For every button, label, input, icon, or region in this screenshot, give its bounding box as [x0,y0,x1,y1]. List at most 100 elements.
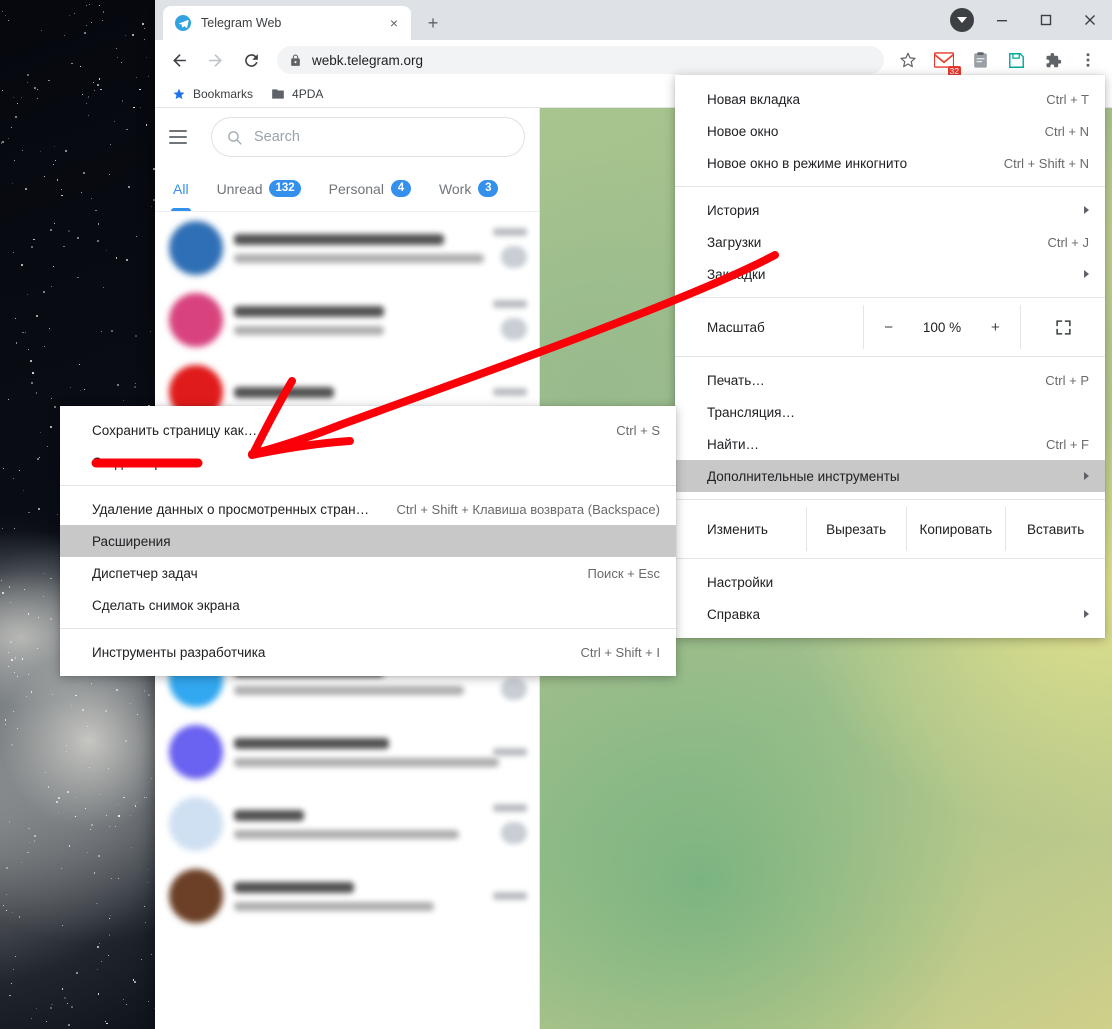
chrome-menu-item-13[interactable]: Дополнительные инструменты [675,460,1105,492]
search-icon [226,129,243,146]
chrome-main-menu[interactable]: Новая вкладка Ctrl + T Новое окно Ctrl +… [675,75,1105,638]
close-icon[interactable]: × [385,14,403,32]
star-icon[interactable] [893,45,923,75]
zoom-in-button[interactable]: + [980,319,1010,336]
tab-personal[interactable]: Personal 4 [315,166,425,211]
chat-title-redacted [234,737,389,749]
unread-badge-redacted [501,678,527,700]
avatar [169,869,223,923]
menu-item-label: Создать ярлык… [92,454,199,470]
fullscreen-icon[interactable] [1021,305,1105,349]
chrome-menu-item-18[interactable]: Справка [675,598,1105,630]
chevron-right-icon [1084,270,1089,278]
more-tools-submenu[interactable]: Сохранить страницу как… Ctrl + S Создать… [60,406,676,676]
star-icon [172,87,186,101]
gmail-extension-icon[interactable]: 32 [929,45,961,76]
save-floppy-extension-icon[interactable] [1001,45,1031,75]
profile-avatar-icon[interactable] [950,8,974,32]
menu-item-label: История [707,202,760,218]
unread-count-badge: 132 [269,180,301,197]
menu-item-shortcut: Ctrl + J [1047,234,1089,250]
chrome-menu-item-12[interactable]: Найти… Ctrl + F [675,428,1105,460]
edit-action-2[interactable]: Копировать [907,507,1007,551]
zoom-out-button[interactable]: − [874,319,904,336]
search-placeholder: Search [254,129,300,145]
edit-action-3[interactable]: Вставить [1006,507,1105,551]
puzzle-icon[interactable] [1037,45,1067,75]
close-window-button[interactable] [1068,0,1112,40]
chrome-menu-item-5[interactable]: Загрузки Ctrl + J [675,226,1105,258]
chat-message-redacted [234,757,499,767]
chrome-menu-item-6[interactable]: Закладки [675,258,1105,290]
tab-label: Work [438,180,472,197]
chat-title-redacted [234,233,444,245]
chrome-menu-item-1[interactable]: Новое окно Ctrl + N [675,115,1105,147]
chat-list-item[interactable] [155,284,539,356]
chat-list-item[interactable] [155,788,539,860]
bookmark-label: 4PDA [292,86,324,101]
more-tools-item-5[interactable]: Диспетчер задач Поиск + Esc [60,557,676,589]
tab-strip: Telegram Web × + [155,0,1112,40]
clipboard-extension-icon[interactable] [965,45,995,75]
search-input[interactable]: Search [211,117,525,157]
more-tools-item-1[interactable]: Создать ярлык… [60,446,676,478]
chat-list-item[interactable] [155,860,539,932]
chat-message-redacted [234,685,464,695]
menu-item-shortcut: Ctrl + P [1045,372,1089,388]
tab-title: Telegram Web [201,16,282,30]
tab-unread[interactable]: Unread 132 [203,166,315,211]
chevron-right-icon [1084,610,1089,618]
menu-item-shortcut: Ctrl + Shift + N [1003,155,1089,171]
tab-label: Personal [328,180,384,197]
chat-list-item[interactable] [155,716,539,788]
menu-item-label: Печать… [707,372,765,388]
browser-tab[interactable]: Telegram Web × [163,6,411,40]
chat-title-redacted [234,386,334,398]
edit-action-0[interactable]: Изменить [675,507,807,551]
chrome-menu-item-10[interactable]: Печать… Ctrl + P [675,364,1105,396]
menu-item-shortcut: Ctrl + Shift + I [580,644,660,660]
chrome-menu-item-0[interactable]: Новая вкладка Ctrl + T [675,83,1105,115]
chat-preview [234,809,460,839]
menu-item-label: Дополнительные инструменты [707,468,900,484]
timestamp-redacted [493,804,527,812]
unread-count-badge: 4 [390,180,411,197]
more-tools-item-0[interactable]: Сохранить страницу как… Ctrl + S [60,414,676,446]
tab-work[interactable]: Work 3 [425,166,512,211]
bookmark-item-bookmarks[interactable]: Bookmarks [165,84,260,104]
bookmark-item-4pda[interactable]: 4PDA [264,84,330,104]
more-tools-item-6[interactable]: Сделать снимок экрана [60,589,676,621]
tab-label: Unread [216,180,263,197]
more-tools-item-4[interactable]: Расширения [60,525,676,557]
chat-meta [471,388,527,396]
menu-item-shortcut: Ctrl + S [616,422,660,438]
chrome-menu-item-17[interactable]: Настройки [675,566,1105,598]
menu-item-shortcut: Ctrl + Shift + Клавиша возврата (Backspa… [396,501,660,517]
maximize-button[interactable] [1024,0,1068,40]
menu-item-label: Загрузки [707,234,762,250]
timestamp-redacted [493,388,527,396]
chat-list-item[interactable] [155,212,539,284]
more-tools-item-8[interactable]: Инструменты разработчика Ctrl + Shift + … [60,636,676,668]
tab-all[interactable]: All [159,166,203,211]
zoom-value: 100 % [922,319,962,335]
zoom-controls: − 100 % + [863,305,1021,349]
more-tools-item-3[interactable]: Удаление данных о просмотренных страница… [60,493,676,525]
unread-badge-redacted [501,318,527,340]
hamburger-icon[interactable] [169,123,197,151]
edit-action-1[interactable]: Вырезать [807,507,907,551]
chrome-menu-item-2[interactable]: Новое окно в режиме инкогнито Ctrl + Shi… [675,147,1105,179]
chrome-menu-item-11[interactable]: Трансляция… [675,396,1105,428]
menu-item-label: Инструменты разработчика [92,644,266,660]
new-tab-button[interactable]: + [419,9,447,37]
menu-separator [675,297,1105,298]
menu-item-label: Новая вкладка [707,91,801,107]
minimize-button[interactable] [980,0,1024,40]
address-bar[interactable]: webk.telegram.org [277,46,884,74]
three-dot-menu-icon[interactable] [1073,45,1103,75]
menu-separator [60,628,676,629]
reload-icon[interactable] [236,45,266,75]
forward-arrow-icon[interactable] [200,45,230,75]
chrome-menu-item-4[interactable]: История [675,194,1105,226]
back-arrow-icon[interactable] [164,45,194,75]
